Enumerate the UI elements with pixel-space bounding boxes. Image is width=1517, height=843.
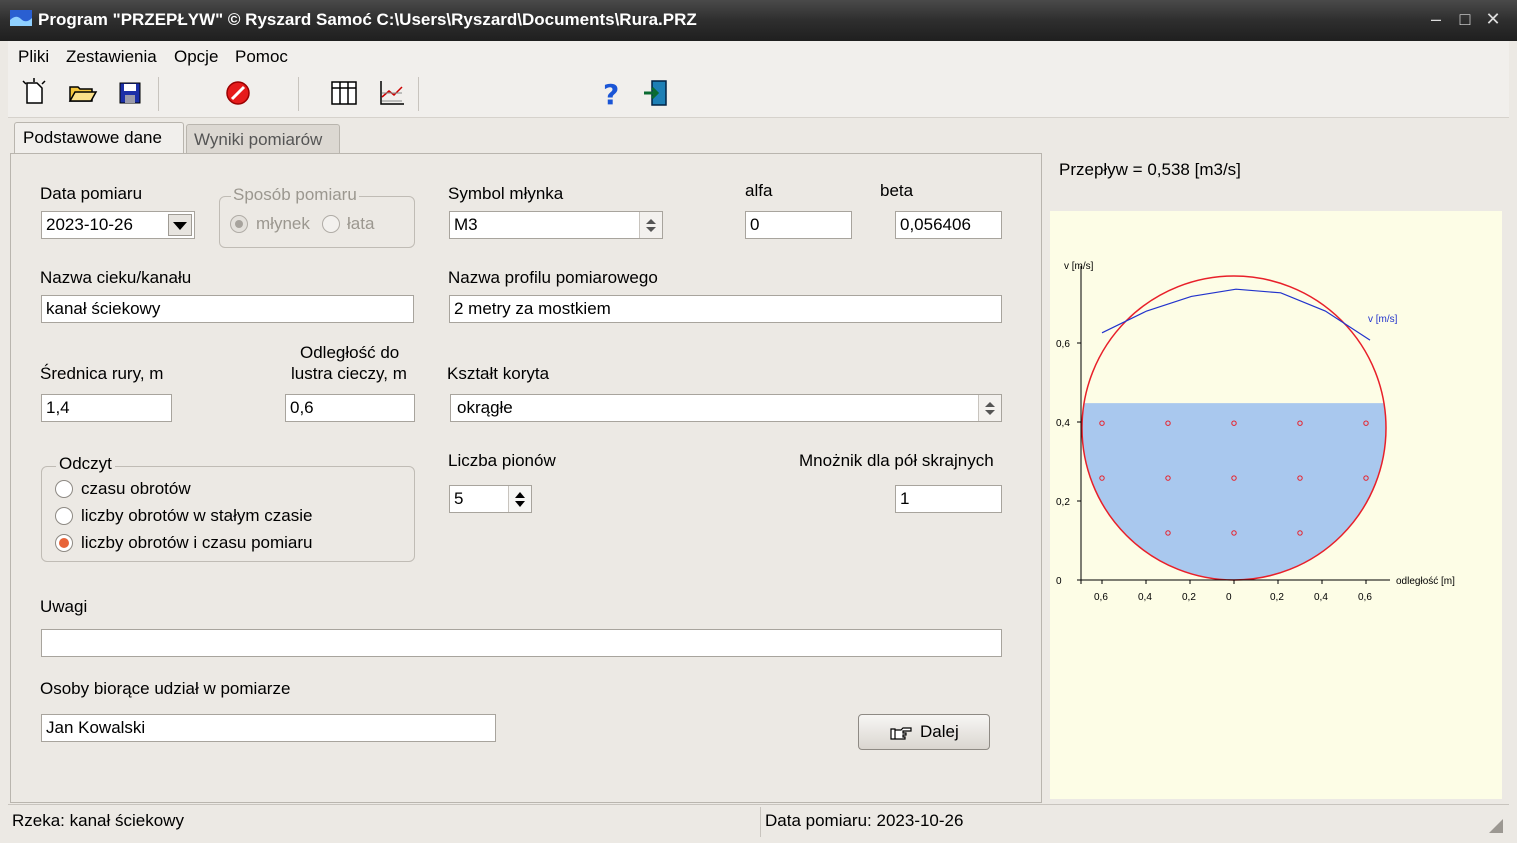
app-window: Program "PRZEPŁYW" © Ryszard Samoć C:\Us… (0, 0, 1517, 843)
open-icon[interactable] (66, 77, 98, 109)
profile-input[interactable]: 2 metry za mostkiem (449, 295, 1002, 323)
title-bar[interactable]: Program "PRZEPŁYW" © Ryszard Samoć C:\Us… (0, 0, 1517, 41)
method-lata-radio (322, 215, 340, 233)
shape-select[interactable]: okrągłe (450, 394, 1002, 422)
beta-label: beta (880, 181, 914, 200)
distance-label-line1: Odległość do (300, 343, 400, 362)
new-icon[interactable] (18, 77, 50, 109)
verticals-label: Liczba pionów (448, 451, 556, 470)
distance-label-line2: lustra cieczy, m (291, 364, 407, 383)
y-tick-label: 0,2 (1056, 497, 1070, 508)
profile-label: Nazwa profilu pomiarowego (448, 268, 658, 287)
toolbar-separator (158, 77, 159, 111)
reading-opt3-label[interactable]: liczby obrotów i czasu pomiaru (81, 533, 312, 553)
toolbar-separator (418, 77, 419, 111)
stream-input[interactable]: kanał ściekowy (41, 295, 414, 323)
method-mlynek-radio (230, 215, 248, 233)
maximize-icon[interactable]: □ (1454, 8, 1476, 30)
multiplier-label: Mnożnik dla pół skrajnych (799, 451, 994, 470)
stop-icon[interactable] (222, 77, 254, 109)
menu-pliki[interactable]: Pliki (18, 47, 49, 67)
method-legend: Sposób pomiaru (231, 185, 359, 205)
reading-opt1-radio[interactable] (55, 480, 73, 498)
reading-opt2-label[interactable]: liczby obrotów w stałym czasie (81, 506, 312, 526)
toolbar-separator (298, 77, 299, 111)
shape-label: Kształt koryta (447, 364, 550, 383)
date-picker[interactable]: 2023-10-26 (41, 211, 195, 239)
menu-pomoc[interactable]: Pomoc (235, 47, 288, 67)
pipe-chart: v [m/s] odległość [m] 0 0,2 0,4 0,6 0,6 0,4 0,2 0… (1056, 261, 1455, 603)
table-icon[interactable] (328, 77, 360, 109)
notes-label: Uwagi (40, 597, 88, 616)
exit-icon[interactable] (640, 77, 672, 109)
x-tick-label: 0,2 (1270, 592, 1284, 603)
reading-legend: Odczyt (56, 454, 115, 474)
close-icon[interactable]: ✕ (1482, 8, 1504, 30)
chart-panel: v [m/s] odległość [m] 0 0,2 0,4 0,6 0,6 0,4 0,2 0… (1050, 211, 1502, 799)
status-date: Data pomiaru: 2023-10-26 (765, 811, 964, 830)
minimize-icon[interactable]: – (1425, 8, 1447, 30)
x-tick-label: 0,4 (1138, 592, 1152, 603)
method-lata-label: łata (347, 214, 375, 233)
notes-input[interactable] (41, 629, 1002, 657)
status-divider (760, 807, 761, 837)
reading-opt1-label[interactable]: czasu obrotów (81, 479, 191, 499)
velocity-series-label: v [m/s] (1368, 314, 1398, 325)
status-bar: Rzeka: kanał ściekowy Data pomiaru: 2023… (8, 804, 1509, 839)
flow-result: Przepływ = 0,538 [m3/s] (1059, 160, 1241, 179)
date-label: Data pomiaru (40, 184, 143, 203)
svg-text:?: ? (603, 78, 619, 109)
chart-icon[interactable] (376, 77, 408, 109)
updown-icon[interactable] (978, 395, 1001, 421)
verticals-stepper[interactable]: 5 (449, 485, 532, 513)
distance-input[interactable]: 0,6 (285, 394, 415, 422)
next-button-label: Dalej (920, 722, 959, 741)
multiplier-input[interactable]: 1 (895, 485, 1002, 513)
people-label: Osoby biorące udział w pomiarze (40, 679, 291, 698)
symbol-label: Symbol młynka (448, 184, 564, 203)
x-tick-label: 0,2 (1182, 592, 1196, 603)
chevron-down-icon[interactable] (168, 214, 192, 236)
updown-icon[interactable] (508, 486, 531, 512)
velocity-line (1101, 288, 1371, 341)
y-tick-label: 0,4 (1056, 418, 1070, 429)
window-title: Program "PRZEPŁYW" © Ryszard Samoć C:\Us… (38, 10, 697, 29)
x-tick-label: 0 (1226, 592, 1232, 603)
stream-label: Nazwa cieku/kanału (40, 268, 192, 287)
people-input[interactable]: Jan Kowalski (41, 714, 496, 742)
water-fill (1082, 403, 1386, 580)
menu-bar: Pliki Zestawienia Opcje Pomoc (8, 41, 1509, 71)
tab-wyniki-pomiarow[interactable]: Wyniki pomiarów (186, 124, 340, 155)
next-button[interactable]: Dalej (858, 714, 990, 750)
y-tick-label: 0 (1056, 576, 1062, 587)
menu-zestawienia[interactable]: Zestawienia (66, 47, 157, 67)
save-icon[interactable] (114, 77, 146, 109)
alfa-input[interactable]: 0 (745, 211, 852, 239)
alfa-label: alfa (745, 181, 773, 200)
help-icon[interactable]: ? (594, 77, 626, 111)
status-river: Rzeka: kanał ściekowy (12, 811, 184, 830)
x-tick-label: 0,6 (1358, 592, 1372, 603)
x-tick-label: 0,6 (1094, 592, 1108, 603)
diameter-input[interactable]: 1,4 (41, 394, 172, 422)
symbol-select[interactable]: M3 (449, 211, 663, 239)
resize-grip-icon[interactable] (1489, 819, 1503, 833)
method-mlynek-label: młynek (256, 214, 310, 233)
reading-opt3-radio[interactable] (55, 534, 73, 552)
updown-icon[interactable] (639, 212, 662, 238)
y-axis-label: v [m/s] (1064, 261, 1094, 272)
x-tick-label: 0,4 (1314, 592, 1328, 603)
y-tick-label: 0,6 (1056, 339, 1070, 350)
reading-opt2-radio[interactable] (55, 507, 73, 525)
app-icon (10, 10, 32, 26)
diameter-label: Średnica rury, m (40, 364, 164, 383)
toolbar: ? (8, 71, 1509, 118)
hand-pointer-icon (890, 727, 912, 740)
menu-opcje[interactable]: Opcje (174, 47, 218, 67)
tab-podstawowe-dane[interactable]: Podstawowe dane (14, 122, 184, 155)
x-axis-label: odległość [m] (1396, 576, 1455, 587)
beta-input[interactable]: 0,056406 (895, 211, 1002, 239)
